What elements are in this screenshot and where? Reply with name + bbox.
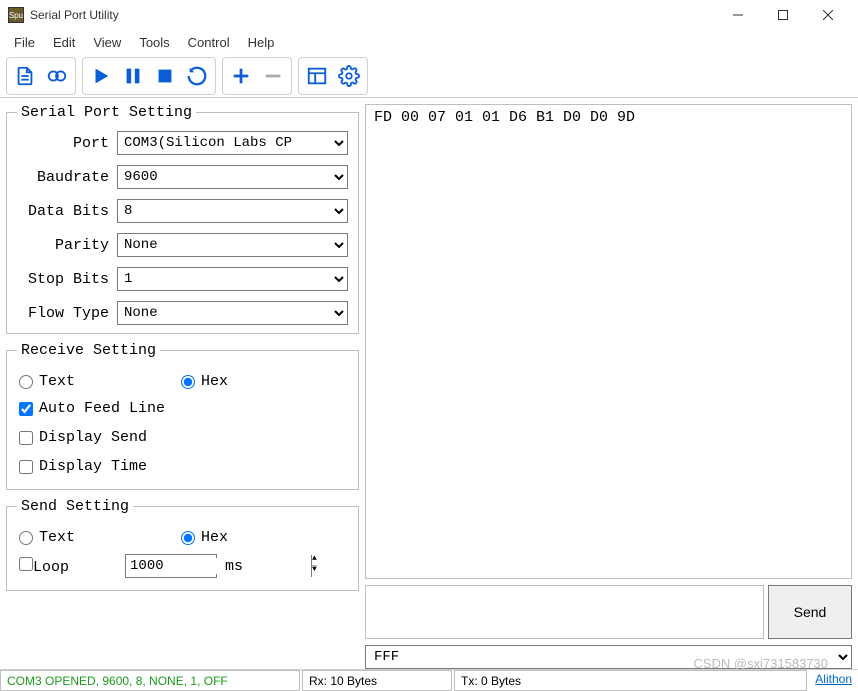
new-file-icon[interactable] <box>9 60 41 92</box>
recv-hex-radio[interactable] <box>181 375 195 389</box>
send-hex-radio[interactable] <box>181 531 195 545</box>
recv-text-radio[interactable] <box>19 375 33 389</box>
send-hex-label: Hex <box>201 529 228 546</box>
minimize-button[interactable] <box>715 1 760 29</box>
status-tx: Tx: 0 Bytes <box>454 670 807 691</box>
menubar: File Edit View Tools Control Help <box>0 30 858 54</box>
settings-icon[interactable] <box>333 60 365 92</box>
remove-icon[interactable] <box>257 60 289 92</box>
flowtype-select[interactable]: None <box>117 301 348 325</box>
auto-feed-label: Auto Feed Line <box>39 400 165 417</box>
menu-edit[interactable]: Edit <box>45 33 83 52</box>
pause-icon[interactable] <box>117 60 149 92</box>
loop-checkbox[interactable] <box>19 557 33 571</box>
menu-view[interactable]: View <box>85 33 129 52</box>
window-icon[interactable] <box>301 60 333 92</box>
display-send-label: Display Send <box>39 429 147 446</box>
send-legend: Send Setting <box>17 498 133 515</box>
receive-data-area[interactable]: FD 00 07 01 01 D6 B1 D0 D0 9D <box>365 104 852 579</box>
loop-label: Loop <box>33 559 69 576</box>
recv-legend: Receive Setting <box>17 342 160 359</box>
port-label: Port <box>17 135 117 152</box>
play-icon[interactable] <box>85 60 117 92</box>
recv-hex-label: Hex <box>201 373 228 390</box>
loop-unit-label: ms <box>225 558 243 575</box>
send-text-radio[interactable] <box>19 531 33 545</box>
flowtype-label: Flow Type <box>17 305 117 322</box>
display-time-label: Display Time <box>39 458 147 475</box>
parity-select[interactable]: None <box>117 233 348 257</box>
loop-interval-spinner[interactable]: ▲▼ <box>125 554 217 578</box>
send-input[interactable] <box>365 585 764 639</box>
stop-icon[interactable] <box>149 60 181 92</box>
stopbits-select[interactable]: 1 <box>117 267 348 291</box>
menu-tools[interactable]: Tools <box>131 33 177 52</box>
app-icon: Spu <box>8 7 24 23</box>
display-send-checkbox[interactable] <box>19 431 33 445</box>
auto-feed-checkbox[interactable] <box>19 402 33 416</box>
maximize-button[interactable] <box>760 1 805 29</box>
recv-text-label: Text <box>39 373 75 390</box>
menu-control[interactable]: Control <box>180 33 238 52</box>
send-setting-group: Send Setting Text Hex Loop ▲▼ ms <box>6 498 359 591</box>
send-button[interactable]: Send <box>768 585 852 639</box>
databits-label: Data Bits <box>17 203 117 220</box>
serial-legend: Serial Port Setting <box>17 104 196 121</box>
menu-help[interactable]: Help <box>240 33 283 52</box>
send-history-combo[interactable]: FFF <box>365 645 852 669</box>
serial-port-setting-group: Serial Port Setting PortCOM3(Silicon Lab… <box>6 104 359 334</box>
reload-icon[interactable] <box>181 60 213 92</box>
record-icon[interactable] <box>41 60 73 92</box>
receive-setting-group: Receive Setting Text Hex Auto Feed Line … <box>6 342 359 490</box>
display-time-checkbox[interactable] <box>19 460 33 474</box>
menu-file[interactable]: File <box>6 33 43 52</box>
databits-select[interactable]: 8 <box>117 199 348 223</box>
send-text-label: Text <box>39 529 75 546</box>
status-port: COM3 OPENED, 9600, 8, NONE, 1, OFF <box>0 670 300 691</box>
loop-interval-input[interactable] <box>126 558 311 574</box>
parity-label: Parity <box>17 237 117 254</box>
baudrate-select[interactable]: 9600 <box>117 165 348 189</box>
add-icon[interactable] <box>225 60 257 92</box>
statusbar: COM3 OPENED, 9600, 8, NONE, 1, OFF Rx: 1… <box>0 669 858 691</box>
titlebar: Spu Serial Port Utility <box>0 0 858 30</box>
port-select[interactable]: COM3(Silicon Labs CP <box>117 131 348 155</box>
baudrate-label: Baudrate <box>17 169 117 186</box>
status-rx: Rx: 10 Bytes <box>302 670 452 691</box>
toolbar <box>0 54 858 98</box>
status-link[interactable]: Alithon <box>809 670 858 691</box>
spin-down-icon[interactable]: ▼ <box>312 566 317 577</box>
close-button[interactable] <box>805 1 850 29</box>
window-title: Serial Port Utility <box>30 8 715 22</box>
stopbits-label: Stop Bits <box>17 271 117 288</box>
